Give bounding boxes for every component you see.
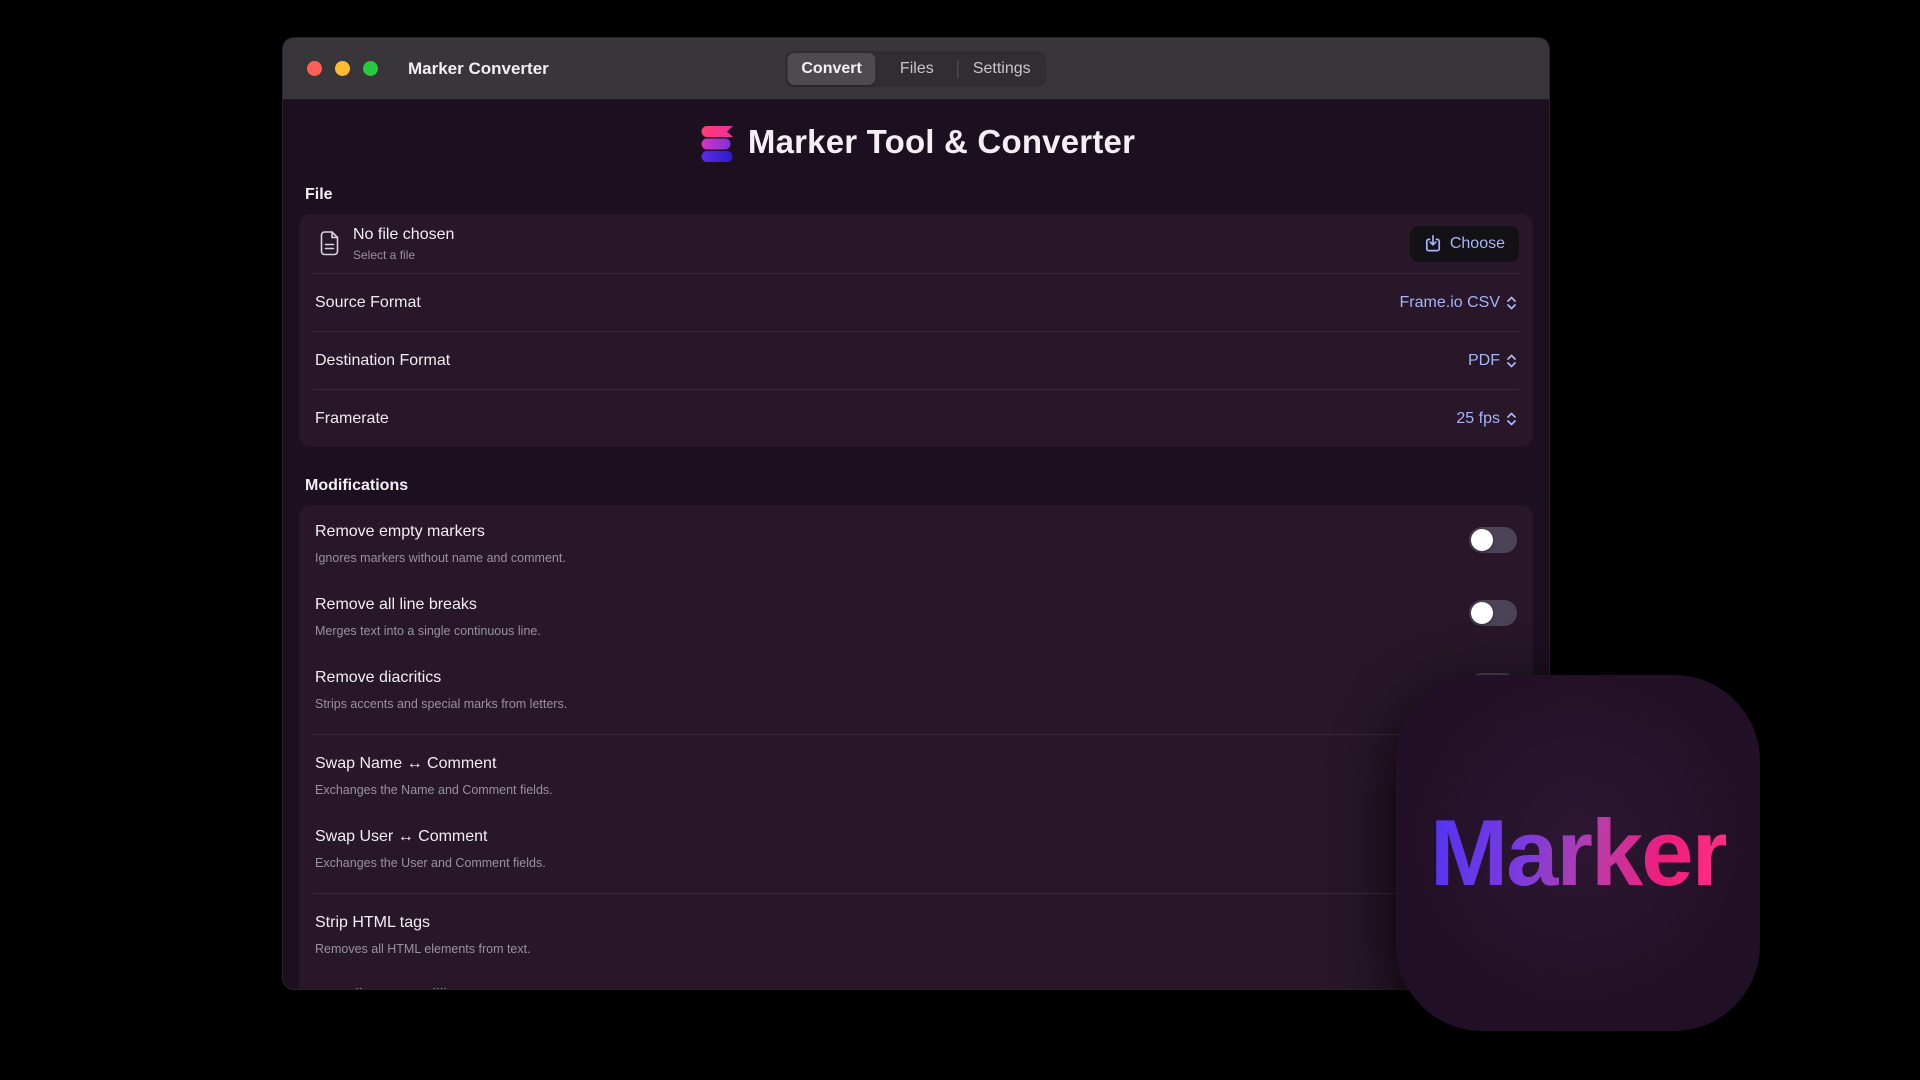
file-picker-row[interactable]: No file chosen Select a file Choose (299, 214, 1533, 273)
mod-title: Transliterate Cyrillic (315, 985, 1517, 990)
framerate-select[interactable]: 25 fps (1456, 410, 1517, 428)
mod-title: Strip HTML tags (315, 912, 1517, 934)
chevron-up-down-icon (1506, 353, 1517, 369)
remove-empty-markers-toggle[interactable] (1469, 527, 1517, 553)
mod-texts: Remove empty markers Ignores markers wit… (315, 521, 1469, 566)
source-format-label: Source Format (315, 294, 421, 312)
modifications-section-label: Modifications (305, 477, 1533, 495)
mod-texts: Strip HTML tags Removes all HTML element… (315, 912, 1517, 957)
convert-page: Marker Tool & Converter File No file cho… (283, 100, 1549, 990)
mod-row-remove-diacritics: Remove diacritics Strips accents and spe… (299, 655, 1533, 728)
destination-format-select[interactable]: PDF (1468, 352, 1517, 370)
mod-description: Exchanges the User and Comment fields. (315, 855, 1517, 871)
mod-texts: Swap User ↔ Comment Exchanges the User a… (315, 826, 1517, 871)
source-format-value: Frame.io CSV (1400, 294, 1500, 312)
close-window-button[interactable] (307, 61, 322, 76)
mod-description: Exchanges the Name and Comment fields. (315, 782, 1517, 798)
marker-app-icon: Marker (1396, 675, 1760, 1031)
mod-row-transliterate-cyrillic: Transliterate Cyrillic Converts Cyrillic… (299, 973, 1533, 990)
destination-format-label: Destination Format (315, 352, 450, 370)
mod-row-swap-name-comment: Swap Name ↔ Comment Exchanges the Name a… (299, 741, 1533, 814)
mod-description: Strips accents and special marks from le… (315, 696, 1469, 712)
import-file-icon (1424, 234, 1442, 253)
document-icon (319, 230, 341, 257)
mod-row-remove-line-breaks: Remove all line breaks Merges text into … (299, 582, 1533, 655)
mod-texts: Swap Name ↔ Comment Exchanges the Name a… (315, 753, 1517, 798)
modifications-card: Remove empty markers Ignores markers wit… (299, 505, 1533, 990)
choose-file-button[interactable]: Choose (1410, 226, 1519, 262)
file-section-label: File (305, 186, 1533, 204)
zoom-window-button[interactable] (363, 61, 378, 76)
mod-title: Swap Name ↔ Comment (315, 753, 1517, 775)
framerate-row: Framerate 25 fps (299, 390, 1533, 447)
destination-format-value: PDF (1468, 352, 1500, 370)
titlebar: Marker Converter Convert Files Settings (283, 38, 1549, 100)
destination-format-row: Destination Format PDF (299, 332, 1533, 389)
mod-title: Remove diacritics (315, 667, 1469, 689)
app-window: Marker Converter Convert Files Settings (282, 37, 1550, 990)
mod-texts: Remove all line breaks Merges text into … (315, 594, 1469, 639)
marker-app-icon-wordmark: Marker (1430, 799, 1726, 907)
traffic-lights (307, 61, 378, 76)
chevron-up-down-icon (1506, 411, 1517, 427)
group-divider (313, 734, 1519, 735)
mod-title: Remove all line breaks (315, 594, 1469, 616)
mod-row-strip-html: Strip HTML tags Removes all HTML element… (299, 900, 1533, 973)
toggle-knob (1471, 602, 1493, 624)
tab-settings[interactable]: Settings (959, 53, 1045, 85)
mod-title: Swap User ↔ Comment (315, 826, 1517, 848)
chevron-up-down-icon (1506, 295, 1517, 311)
source-format-select[interactable]: Frame.io CSV (1400, 294, 1517, 312)
group-divider (313, 893, 1519, 894)
choose-file-label: Choose (1450, 235, 1505, 253)
mod-row-remove-empty-markers: Remove empty markers Ignores markers wit… (299, 509, 1533, 582)
mod-title: Remove empty markers (315, 521, 1469, 543)
file-hint-label: Select a file (353, 248, 1410, 262)
remove-line-breaks-toggle[interactable] (1469, 600, 1517, 626)
tab-files[interactable]: Files (876, 53, 958, 85)
file-texts: No file chosen Select a file (353, 225, 1410, 262)
minimize-window-button[interactable] (335, 61, 350, 76)
mod-description: Ignores markers without name and comment… (315, 550, 1469, 566)
mod-description: Merges text into a single continuous lin… (315, 623, 1469, 639)
file-chosen-label: No file chosen (353, 225, 1410, 245)
mod-row-swap-user-comment: Swap User ↔ Comment Exchanges the User a… (299, 814, 1533, 887)
tab-convert[interactable]: Convert (787, 53, 875, 85)
tab-bar: Convert Files Settings (785, 51, 1046, 87)
framerate-value: 25 fps (1456, 410, 1500, 428)
page-title: Marker Tool & Converter (748, 123, 1135, 161)
toggle-knob (1471, 529, 1493, 551)
framerate-label: Framerate (315, 410, 389, 428)
file-card: No file chosen Select a file Choose (299, 214, 1533, 447)
mod-texts: Remove diacritics Strips accents and spe… (315, 667, 1469, 712)
page-header: Marker Tool & Converter (299, 100, 1533, 186)
window-title: Marker Converter (408, 59, 549, 79)
mod-description: Removes all HTML elements from text. (315, 941, 1517, 957)
mod-texts: Transliterate Cyrillic Converts Cyrillic… (315, 985, 1517, 990)
source-format-row: Source Format Frame.io CSV (299, 274, 1533, 331)
marker-logo-icon (697, 122, 737, 162)
